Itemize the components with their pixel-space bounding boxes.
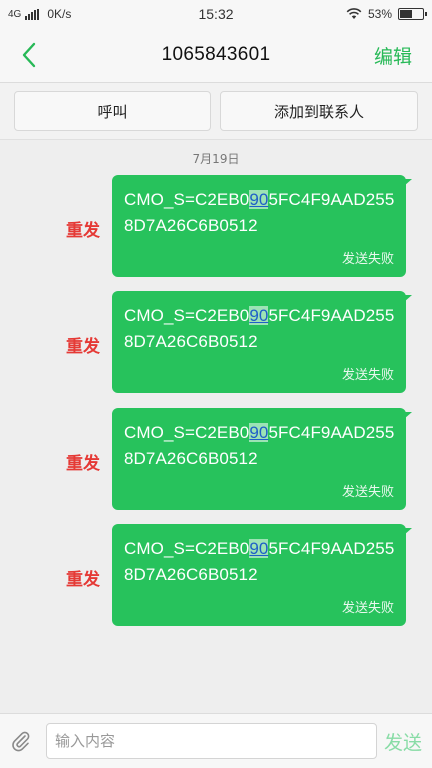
message-link[interactable]: 90 [249, 423, 269, 442]
send-failed-status: 发送失败 [341, 485, 394, 500]
message-link[interactable]: 90 [249, 306, 269, 325]
message-text: CMO_S=C2EB0905FC4F9AAD2558D7A26C6B0512 [124, 190, 395, 235]
signal-icon [25, 8, 40, 20]
resend-button[interactable]: 重发 [66, 449, 100, 474]
conversation-header: 1065843601 编辑 [0, 28, 432, 83]
message-link[interactable]: 90 [249, 190, 269, 209]
add-contact-button[interactable]: 添加到联系人 [220, 91, 418, 131]
edit-button[interactable]: 编辑 [374, 42, 412, 69]
resend-button[interactable]: 重发 [66, 565, 100, 590]
message-bubble[interactable]: CMO_S=C2EB0905FC4F9AAD2558D7A26C6B0512 发… [112, 408, 412, 510]
status-right: 53% [346, 7, 427, 21]
paperclip-icon [12, 731, 30, 752]
contact-actions: 呼叫 添加到联系人 [0, 83, 432, 140]
network-speed: 0K/s [47, 7, 72, 21]
send-button[interactable]: 发送 [384, 728, 422, 755]
call-button[interactable]: 呼叫 [14, 91, 211, 131]
status-left: 4G 0K/s [8, 7, 71, 21]
resend-button[interactable]: 重发 [66, 216, 100, 241]
message-bubble[interactable]: CMO_S=C2EB0905FC4F9AAD2558D7A26C6B0512 发… [112, 524, 412, 626]
message-link[interactable]: 90 [249, 539, 269, 558]
back-button[interactable] [14, 40, 44, 70]
clock: 15:32 [198, 6, 234, 22]
attach-button[interactable] [8, 728, 34, 754]
compose-bar: 发送 [0, 713, 432, 768]
send-failed-status: 发送失败 [341, 252, 394, 267]
wifi-icon [346, 8, 362, 19]
message-text: CMO_S=C2EB0905FC4F9AAD2558D7A26C6B0512 [124, 306, 395, 351]
message-text: CMO_S=C2EB0905FC4F9AAD2558D7A26C6B0512 [124, 539, 395, 584]
date-separator: 7月19日 [192, 152, 240, 166]
message-input[interactable] [46, 723, 377, 759]
battery-percent: 53% [367, 7, 392, 21]
battery-fill [400, 10, 412, 18]
resend-button[interactable]: 重发 [66, 332, 100, 357]
page-title: 1065843601 [161, 44, 271, 65]
network-type: 4G [8, 8, 22, 20]
status-bar: 4G 0K/s 15:32 53% [0, 0, 432, 28]
message-bubble[interactable]: CMO_S=C2EB0905FC4F9AAD2558D7A26C6B0512 发… [112, 175, 412, 277]
battery-icon [398, 8, 427, 20]
message-text: CMO_S=C2EB0905FC4F9AAD2558D7A26C6B0512 [124, 423, 395, 468]
send-failed-status: 发送失败 [341, 368, 394, 383]
message-bubble[interactable]: CMO_S=C2EB0905FC4F9AAD2558D7A26C6B0512 发… [112, 291, 412, 393]
chevron-left-icon [22, 42, 36, 68]
send-failed-status: 发送失败 [341, 601, 394, 616]
